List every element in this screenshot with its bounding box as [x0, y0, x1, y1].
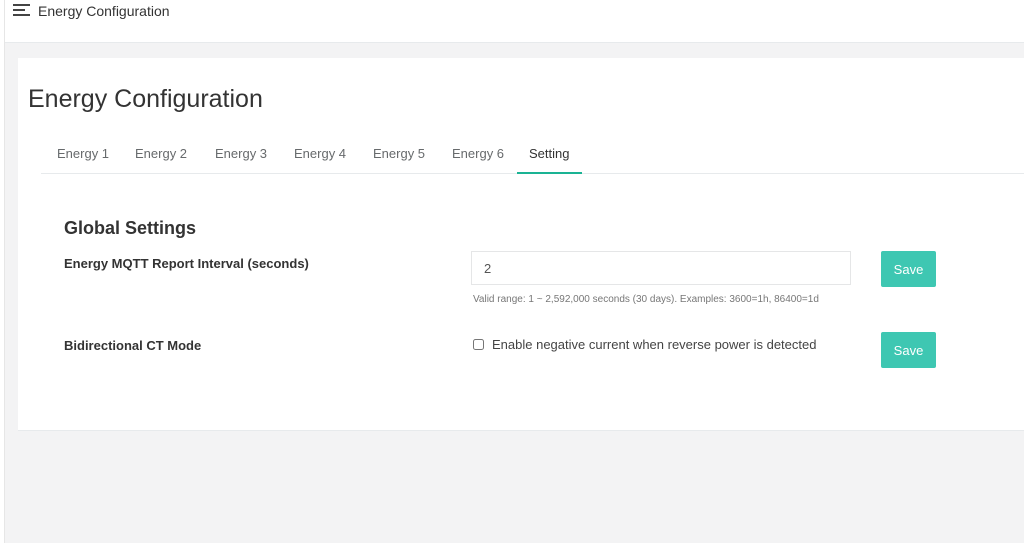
top-navbar: Energy Configuration — [5, 0, 1024, 43]
report-interval-label: Energy MQTT Report Interval (seconds) — [64, 256, 309, 271]
save-report-interval-button[interactable]: Save — [881, 251, 936, 287]
energy-tabs: Energy 1 Energy 2 Energy 3 Energy 4 Ener… — [41, 135, 1024, 174]
tab-energy-5[interactable]: Energy 5 — [373, 135, 425, 173]
configuration-panel: Energy Configuration Energy 1 Energy 2 E… — [18, 58, 1024, 431]
bidirectional-ct-label: Bidirectional CT Mode — [64, 338, 202, 353]
tab-energy-3[interactable]: Energy 3 — [215, 135, 267, 173]
tab-setting[interactable]: Setting — [516, 135, 584, 174]
bidirectional-ct-option: Enable negative current when reverse pow… — [473, 337, 816, 352]
tab-energy-4[interactable]: Energy 4 — [294, 135, 346, 173]
tab-energy-2[interactable]: Energy 2 — [135, 135, 187, 173]
bidirectional-ct-checkbox[interactable] — [473, 339, 484, 350]
left-sidebar-edge — [0, 0, 5, 543]
report-interval-help: Valid range: 1 ~ 2,592,000 seconds (30 d… — [473, 294, 819, 305]
hamburger-icon[interactable] — [13, 3, 30, 17]
section-title-global-settings: Global Settings — [64, 218, 197, 238]
topbar-title: Energy Configuration — [38, 3, 170, 19]
save-bidirectional-button[interactable]: Save — [881, 332, 936, 368]
report-interval-input[interactable] — [471, 251, 851, 285]
bidirectional-ct-checkbox-label[interactable]: Enable negative current when reverse pow… — [492, 337, 816, 352]
page-title: Energy Configuration — [28, 85, 263, 113]
tab-energy-6[interactable]: Energy 6 — [452, 135, 504, 173]
tab-energy-1[interactable]: Energy 1 — [57, 135, 109, 173]
